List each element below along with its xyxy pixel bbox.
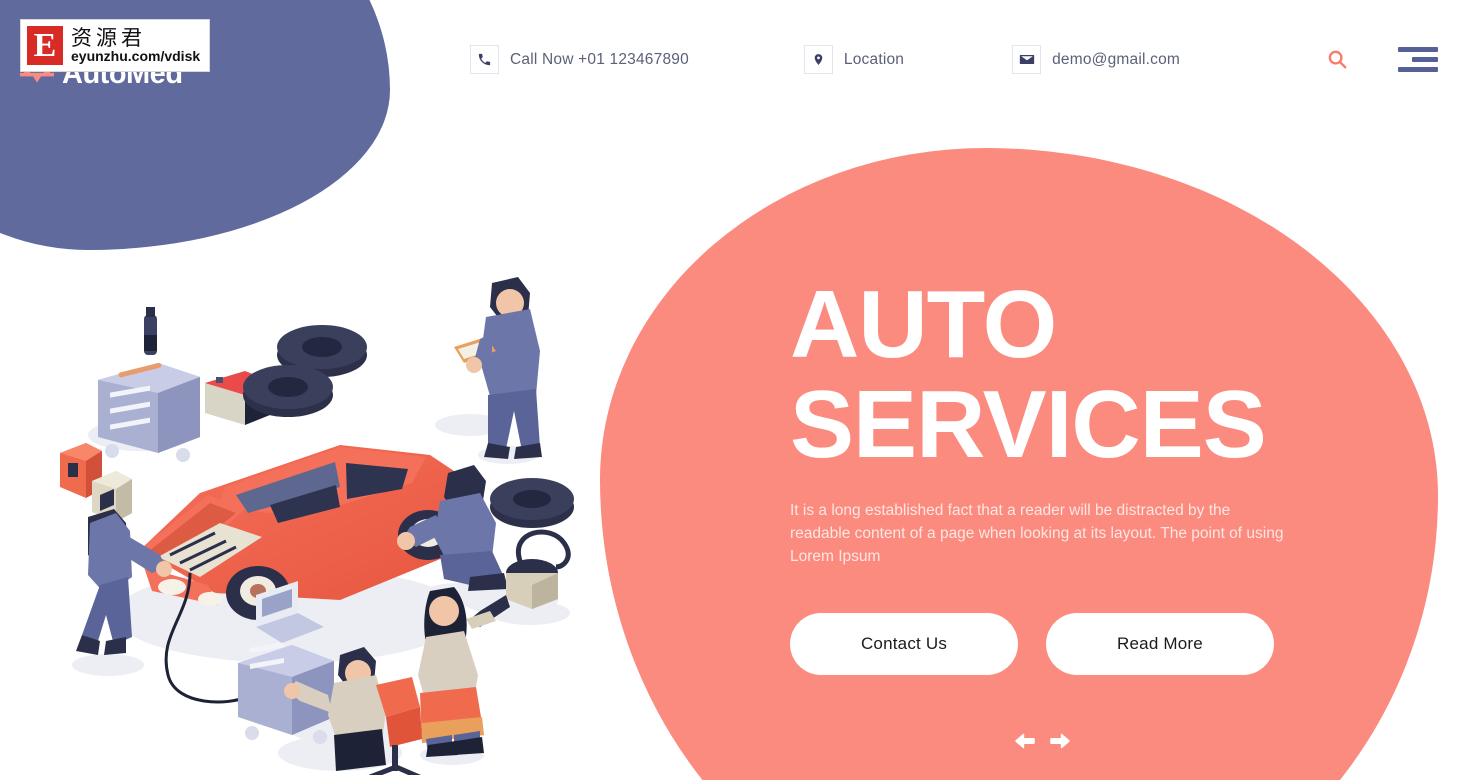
hero-button-group: Contact Us Read More — [790, 613, 1274, 675]
contact-location[interactable]: Location — [803, 45, 905, 74]
header-contact-group: Call Now +01 123467890 Location demo@gma… — [470, 45, 1180, 74]
envelope-icon — [1012, 45, 1042, 74]
menu-bar-bottom — [1398, 66, 1438, 72]
read-more-button[interactable]: Read More — [1046, 613, 1274, 675]
page-root: AutoMed Call Now +01 123467890 Location — [0, 0, 1470, 780]
contact-location-label: Location — [843, 50, 905, 68]
hero-title-line-2: SERVICES — [790, 371, 1267, 478]
search-icon[interactable] — [1322, 44, 1352, 74]
watermark-text: 资源君 eyunzhu.com/vdisk — [71, 27, 200, 64]
watermark-logo-mark: E — [25, 24, 65, 67]
phone-icon — [470, 45, 499, 74]
menu-bar-top — [1398, 46, 1438, 52]
hero-title: AUTO SERVICES — [790, 275, 1290, 475]
contact-email[interactable]: demo@gmail.com — [1012, 45, 1180, 74]
arrow-right-icon[interactable] — [1049, 730, 1071, 752]
contact-email-label: demo@gmail.com — [1052, 50, 1181, 68]
arrow-left-icon[interactable] — [1014, 730, 1036, 752]
contact-us-button[interactable]: Contact Us — [790, 613, 1018, 675]
auto-repair-illustration — [40, 255, 600, 775]
site-header: AutoMed Call Now +01 123467890 Location — [0, 0, 1470, 110]
hamburger-menu-icon[interactable] — [1398, 44, 1438, 74]
hero-section: AUTO SERVICES It is a long established f… — [790, 275, 1290, 749]
location-pin-icon — [803, 45, 833, 74]
watermark-url: eyunzhu.com/vdisk — [71, 47, 201, 64]
contact-phone-label: Call Now +01 123467890 — [510, 50, 689, 68]
menu-bar-middle — [1412, 56, 1438, 62]
slider-controls — [1014, 730, 1071, 752]
contact-phone[interactable]: Call Now +01 123467890 — [470, 45, 689, 74]
watermark-overlay: E 资源君 eyunzhu.com/vdisk — [20, 19, 210, 72]
hero-title-line-1: AUTO — [790, 271, 1057, 378]
hero-paragraph: It is a long established fact that a rea… — [790, 502, 1284, 565]
watermark-chinese: 资源君 — [71, 25, 146, 50]
watermark-letter: E — [33, 26, 57, 64]
